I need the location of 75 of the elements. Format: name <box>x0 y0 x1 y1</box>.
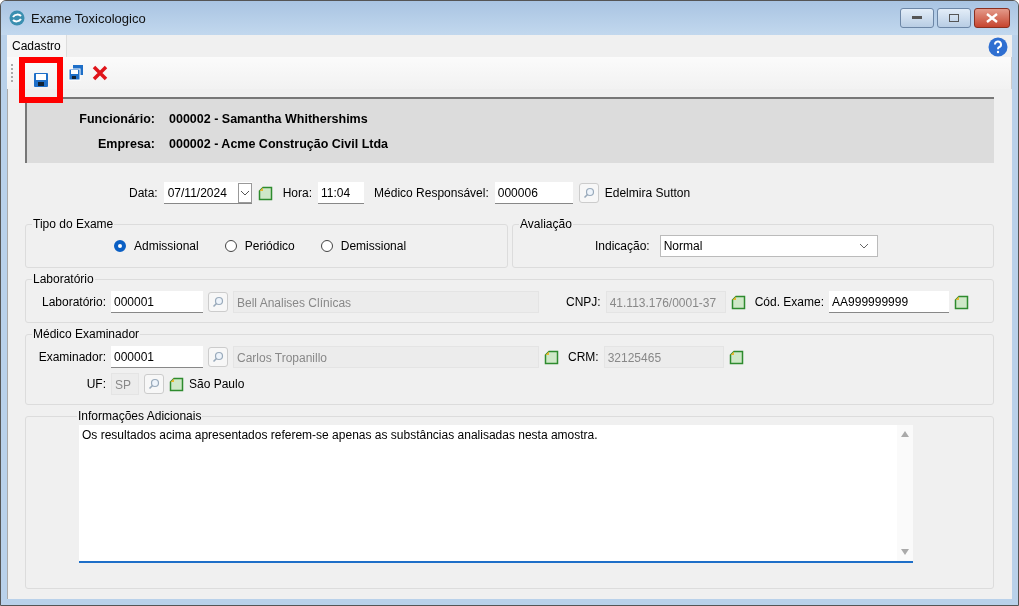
header-value: 000002 - Samantha Whithershims <box>169 111 368 126</box>
search-button[interactable] <box>578 183 599 203</box>
time-field[interactable]: 11:04 <box>318 182 365 204</box>
radio-label: Demissional <box>340 239 407 253</box>
date-field[interactable]: 07/11/2024 <box>163 182 252 204</box>
group-title: Informações Adicionais <box>77 409 203 423</box>
maximize-icon <box>949 14 959 22</box>
header-value: 000002 - Acme Construção Civil Ltda <box>169 136 389 151</box>
minimize-icon <box>912 16 922 20</box>
doctor-label: Médico Responsável: <box>374 186 489 200</box>
radio-label: Admissional <box>134 239 199 253</box>
search-icon <box>582 187 595 199</box>
laboratory-code-field[interactable]: 000001 <box>111 291 203 313</box>
uf-field: SP <box>111 373 139 395</box>
radio-button[interactable] <box>224 240 237 252</box>
radio-label: Periódico <box>244 239 295 253</box>
note-icon[interactable] <box>257 185 273 201</box>
maximize-button[interactable] <box>937 8 971 28</box>
indication-dropdown[interactable]: Normal <box>659 235 878 257</box>
laboratory-label: Laboratório: <box>40 295 106 309</box>
time-label: Hora: <box>282 186 313 200</box>
state-name: São Paulo <box>189 377 245 391</box>
delete-icon <box>92 65 108 81</box>
close-icon <box>986 13 998 23</box>
note-icon[interactable] <box>728 349 744 365</box>
radio-option[interactable]: Periódico <box>224 239 295 253</box>
help-icon[interactable] <box>988 37 1008 57</box>
date-label: Data: <box>129 186 158 200</box>
search-button[interactable] <box>208 347 228 367</box>
scroll-up-icon[interactable] <box>901 431 909 437</box>
search-button[interactable] <box>144 374 164 394</box>
exam-code-label: Cód. Exame: <box>754 295 825 309</box>
group-title: Tipo do Exame <box>32 217 115 231</box>
search-icon <box>212 351 224 363</box>
group-title: Avaliação <box>519 217 573 231</box>
doctor-code-field[interactable]: 000006 <box>494 182 573 204</box>
radio-option[interactable]: Admissional <box>114 239 199 253</box>
indication-label: Indicação: <box>595 239 650 253</box>
examiner-label: Examinador: <box>37 350 106 364</box>
laboratory-name-field: Bell Analises Clínicas <box>233 291 539 313</box>
radio-button[interactable] <box>114 240 126 252</box>
menu-tab[interactable]: Cadastro <box>7 35 67 57</box>
caret-icon <box>858 243 869 249</box>
search-icon <box>212 296 224 308</box>
search-button[interactable] <box>208 292 228 312</box>
scrollbar[interactable] <box>897 425 913 561</box>
cnpj-label: CNPJ: <box>566 295 601 309</box>
caret-icon[interactable] <box>237 182 252 203</box>
note-icon[interactable] <box>954 294 970 310</box>
close-button[interactable] <box>974 8 1010 28</box>
doctor-name: Edelmira Sutton <box>604 186 691 200</box>
header-label: Empresa: <box>97 136 155 151</box>
radio-button[interactable] <box>320 240 333 252</box>
note-icon[interactable] <box>730 294 746 310</box>
crm-field: 32125465 <box>603 346 724 368</box>
group-title: Médico Examinador <box>32 327 141 341</box>
minimize-button[interactable] <box>900 8 934 28</box>
note-icon[interactable] <box>544 349 559 365</box>
group-title: Laboratório <box>32 272 95 286</box>
exam-code-field[interactable]: AA999999999 <box>829 291 950 313</box>
cnpj-field: 41.113.176/0001-37 <box>605 291 726 313</box>
window-title: Exame Toxicologico <box>31 10 146 26</box>
notes-text: Os resultados acima apresentados referem-se apenas as substâncias analisadas nesta amostra. <box>81 427 599 444</box>
notes-textarea[interactable]: Os resultados acima apresentados referem-se apenas as substâncias analisadas nesta amostra. <box>79 425 913 563</box>
examiner-name-field: Carlos Tropanillo <box>233 346 539 368</box>
examiner-code-field[interactable]: 000001 <box>111 346 203 368</box>
search-icon <box>148 378 160 390</box>
floppy-disks-icon <box>68 65 84 81</box>
crm-label: CRM: <box>568 350 599 364</box>
uf-label: UF: <box>85 377 106 391</box>
radio-option[interactable]: Demissional <box>320 239 407 253</box>
note-icon[interactable] <box>169 376 184 392</box>
scroll-down-icon[interactable] <box>901 549 909 555</box>
header-label: Funcionário: <box>78 111 155 126</box>
app-logo-icon <box>9 10 25 26</box>
